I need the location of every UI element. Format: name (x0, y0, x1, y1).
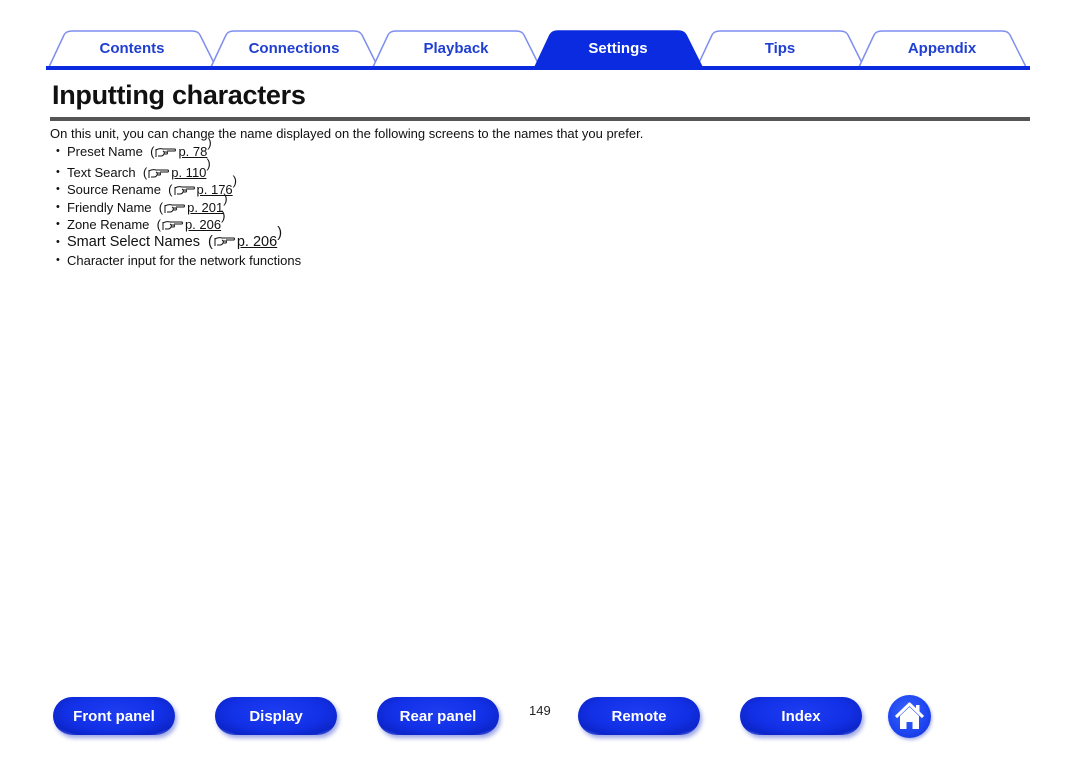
tab-bar: Contents Connections Playback Settings T… (46, 30, 1030, 70)
intro-text: On this unit, you can change the name di… (50, 126, 644, 141)
remote-button[interactable]: Remote (578, 697, 700, 735)
list-item: • Friendly Name (p. 201) (56, 190, 228, 217)
bullet: • (56, 218, 60, 230)
page-title: Inputting characters (52, 80, 306, 110)
page-ref-link[interactable]: p. 110 (147, 164, 206, 182)
bullet: • (56, 200, 60, 213)
bullet: • (56, 253, 60, 266)
page-ref-link[interactable]: p. 78 (154, 143, 207, 161)
home-icon (894, 702, 925, 729)
pointing-hand-icon (162, 221, 183, 231)
list-item: • Smart Select Names (p. 206) (56, 225, 283, 252)
tab-tips[interactable]: Tips (714, 30, 846, 66)
list-item: • Source Rename (p. 176) (56, 173, 238, 197)
pointing-hand-icon (174, 186, 195, 196)
tab-settings[interactable]: Settings (552, 30, 684, 66)
display-button[interactable]: Display (215, 697, 337, 735)
page-number: 149 (529, 703, 551, 718)
pointing-hand-icon (148, 168, 170, 178)
tab-connections[interactable]: Connections (228, 30, 360, 66)
pointing-hand-icon (214, 237, 235, 247)
list-item: • Character input for the network functio… (56, 252, 302, 268)
pointing-hand-icon (164, 203, 186, 213)
front-panel-button[interactable]: Front panel (53, 697, 175, 735)
page-ref-link[interactable]: p. 201 (163, 199, 223, 217)
bullet: • (56, 235, 60, 248)
list-item: • Preset Name (p. 78) (56, 135, 212, 161)
list-item: • Text Search (p. 110) (56, 155, 211, 182)
page-ref-link[interactable]: p. 206 (213, 234, 277, 252)
tab-playback[interactable]: Playback (390, 30, 522, 66)
title-divider (50, 117, 1030, 121)
bullet: • (56, 145, 60, 157)
list-item: • Zone Rename (p. 206) (56, 208, 226, 234)
pointing-hand-icon (155, 148, 177, 158)
rear-panel-button[interactable]: Rear panel (377, 697, 499, 735)
tab-appendix[interactable]: Appendix (876, 30, 1008, 66)
home-button[interactable] (888, 695, 931, 738)
page-ref-link[interactable]: p. 206 (161, 216, 221, 234)
bullet: • (56, 165, 60, 178)
screen-list: • Preset Name (p. 78) • Text Search (p. 11… (56, 135, 302, 269)
index-button[interactable]: Index (740, 697, 862, 735)
tab-underline (46, 66, 1030, 70)
tab-contents[interactable]: Contents (66, 30, 198, 66)
bullet: • (56, 183, 60, 195)
